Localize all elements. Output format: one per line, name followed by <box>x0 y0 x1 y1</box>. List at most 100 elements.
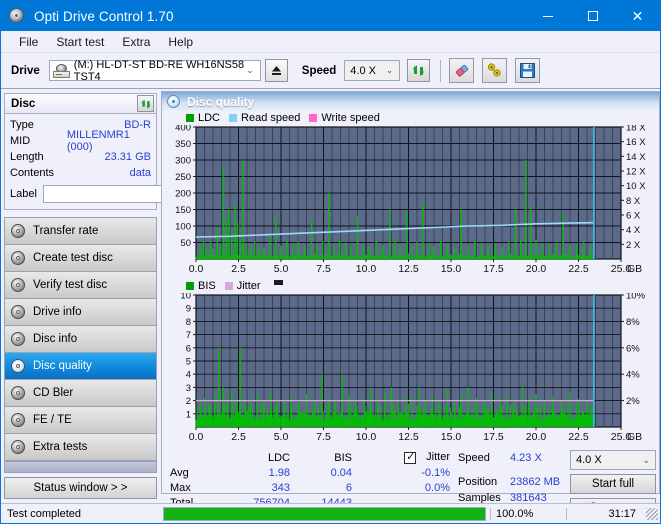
disc-info-panel: Type BD-R MID MILLENMR1 (000) Length 23.… <box>4 114 157 210</box>
jitter-checkbox-cell[interactable]: Jitter <box>352 451 450 463</box>
eraser-icon <box>453 62 470 79</box>
disc-icon <box>11 224 26 239</box>
svg-text:22.5: 22.5 <box>568 431 589 443</box>
drive-select[interactable]: (M:) HL-DT-ST BD-RE WH16NS58 TST4 ⌄ <box>49 60 261 81</box>
status-window-button[interactable]: Status window > > <box>4 477 157 499</box>
menu-extra[interactable]: Extra <box>113 33 159 51</box>
svg-text:7.5: 7.5 <box>316 431 331 443</box>
svg-text:10: 10 <box>180 293 191 302</box>
legend-label-ldc: LDC <box>198 112 220 124</box>
quality-chart-ldc[interactable]: 501001502002503003504002 X4 X6 X8 X10 X1… <box>164 125 657 275</box>
disc-label-label: Label <box>10 188 37 200</box>
svg-text:7: 7 <box>186 330 191 341</box>
erase-button[interactable] <box>449 58 474 83</box>
svg-text:400: 400 <box>175 125 191 134</box>
status-bar: Test completed 100.0% 31:17 <box>1 503 660 523</box>
svg-text:8 X: 8 X <box>626 196 641 207</box>
stats-row-label: Avg <box>170 467 222 479</box>
svg-text:2.5: 2.5 <box>231 431 246 443</box>
maximize-button[interactable] <box>570 1 615 31</box>
refresh-icon <box>140 98 152 110</box>
readout-speed: Speed 4.23 X <box>458 450 570 466</box>
quality-chart-bis[interactable]: 123456789102%4%6%8%10%0.02.55.07.510.012… <box>164 293 657 443</box>
svg-text:2 X: 2 X <box>626 240 641 251</box>
drive-select-value: (M:) HL-DT-ST BD-RE WH16NS58 TST4 <box>74 59 246 83</box>
right-content: Disc quality LDC Read speed Write speed … <box>160 89 661 494</box>
svg-text:16 X: 16 X <box>626 137 646 148</box>
tools-icon <box>486 62 503 79</box>
svg-text:6 X: 6 X <box>626 211 641 222</box>
svg-text:150: 150 <box>175 205 191 216</box>
refresh-button[interactable] <box>407 59 430 82</box>
svg-text:3: 3 <box>186 383 191 394</box>
sidebar-item-cd-bler[interactable]: CD Bler <box>5 380 156 407</box>
jitter-checkbox[interactable] <box>404 452 416 464</box>
svg-text:8%: 8% <box>626 317 640 328</box>
progress-percent: 100.0% <box>490 508 566 520</box>
resize-grip-icon[interactable] <box>646 508 658 520</box>
bottom-chart-container: 123456789102%4%6%8%10%0.02.55.07.510.012… <box>162 292 659 446</box>
stats-avg-ldc: 1.98 <box>222 467 290 479</box>
drive-toolbar: Drive (M:) HL-DT-ST BD-RE WH16NS58 TST4 … <box>1 53 660 89</box>
speed-select[interactable]: 4.0 X ⌄ <box>344 60 400 81</box>
svg-text:6%: 6% <box>626 343 640 354</box>
legend-label-bis: BIS <box>198 280 216 292</box>
svg-text:20.0: 20.0 <box>526 263 547 275</box>
tools-button[interactable] <box>482 58 507 83</box>
sidebar-item-extra-tests[interactable]: Extra tests <box>5 434 156 461</box>
progress-bar-fill <box>164 508 485 520</box>
eject-button[interactable] <box>265 59 288 82</box>
cursor-marker-icon <box>274 280 283 285</box>
svg-text:0.0: 0.0 <box>189 263 204 275</box>
window-controls: ✕ <box>525 1 660 31</box>
svg-text:10%: 10% <box>626 293 646 302</box>
sidebar-item-label: Verify test disc <box>33 279 107 291</box>
speed-select-value: 4.0 X <box>350 65 376 77</box>
drive-label: Drive <box>11 65 40 77</box>
disc-length-value: 23.31 GB <box>105 151 151 163</box>
minimize-button[interactable] <box>525 1 570 31</box>
svg-text:2: 2 <box>186 396 191 407</box>
menu-help[interactable]: Help <box>159 33 202 51</box>
sidebar-item-transfer-rate[interactable]: Transfer rate <box>5 218 156 245</box>
top-chart-container: 501001502002503003504002 X4 X6 X8 X10 X1… <box>162 124 659 278</box>
svg-text:GB: GB <box>627 263 642 275</box>
disc-quality-panel: Disc quality LDC Read speed Write speed … <box>161 91 660 494</box>
stats-col-ldc: LDC <box>222 452 290 464</box>
disc-refresh-button[interactable] <box>137 95 154 112</box>
save-button[interactable] <box>515 58 540 83</box>
stats-row-avg: Avg 1.98 0.04 -0.1% <box>170 465 452 480</box>
start-full-button[interactable]: Start full <box>570 474 656 494</box>
menu-file[interactable]: File <box>10 33 47 51</box>
disc-group-title: Disc <box>11 98 35 110</box>
legend-label-write-speed: Write speed <box>321 112 380 124</box>
menu-bar: File Start test Extra Help <box>1 31 660 53</box>
svg-text:15.0: 15.0 <box>441 431 462 443</box>
close-button[interactable]: ✕ <box>615 1 660 31</box>
sidebar-item-disc-info[interactable]: Disc info <box>5 326 156 353</box>
legend-swatch-write-speed <box>309 114 317 122</box>
sidebar-item-fe-te[interactable]: FE / TE <box>5 407 156 434</box>
sidebar-item-label: CD Bler <box>33 387 73 399</box>
svg-text:15.0: 15.0 <box>441 263 462 275</box>
left-sidebar: Disc Type BD-R MID MILLENM <box>1 89 160 494</box>
minimize-icon <box>543 16 553 17</box>
menu-start-test[interactable]: Start test <box>47 33 113 51</box>
svg-text:2.5: 2.5 <box>231 263 246 275</box>
stats-col-jitter: Jitter <box>426 451 450 463</box>
svg-text:22.5: 22.5 <box>568 263 589 275</box>
sidebar-item-disc-quality[interactable]: Disc quality <box>5 353 156 380</box>
speed-label: Speed <box>302 65 337 77</box>
disc-icon <box>11 440 26 455</box>
sidebar-item-verify-test-disc[interactable]: Verify test disc <box>5 272 156 299</box>
disc-icon <box>11 305 26 320</box>
test-speed-select[interactable]: 4.0 X ⌄ <box>570 450 656 470</box>
disc-icon <box>11 332 26 347</box>
main-body: Disc Type BD-R MID MILLENM <box>1 89 660 494</box>
disc-icon <box>11 278 26 293</box>
svg-text:17.5: 17.5 <box>483 263 504 275</box>
sidebar-item-label: Disc quality <box>33 360 92 372</box>
sidebar-item-create-test-disc[interactable]: Create test disc <box>5 245 156 272</box>
sidebar-nav: Transfer rate Create test disc Verify te… <box>4 217 157 473</box>
sidebar-item-drive-info[interactable]: Drive info <box>5 299 156 326</box>
